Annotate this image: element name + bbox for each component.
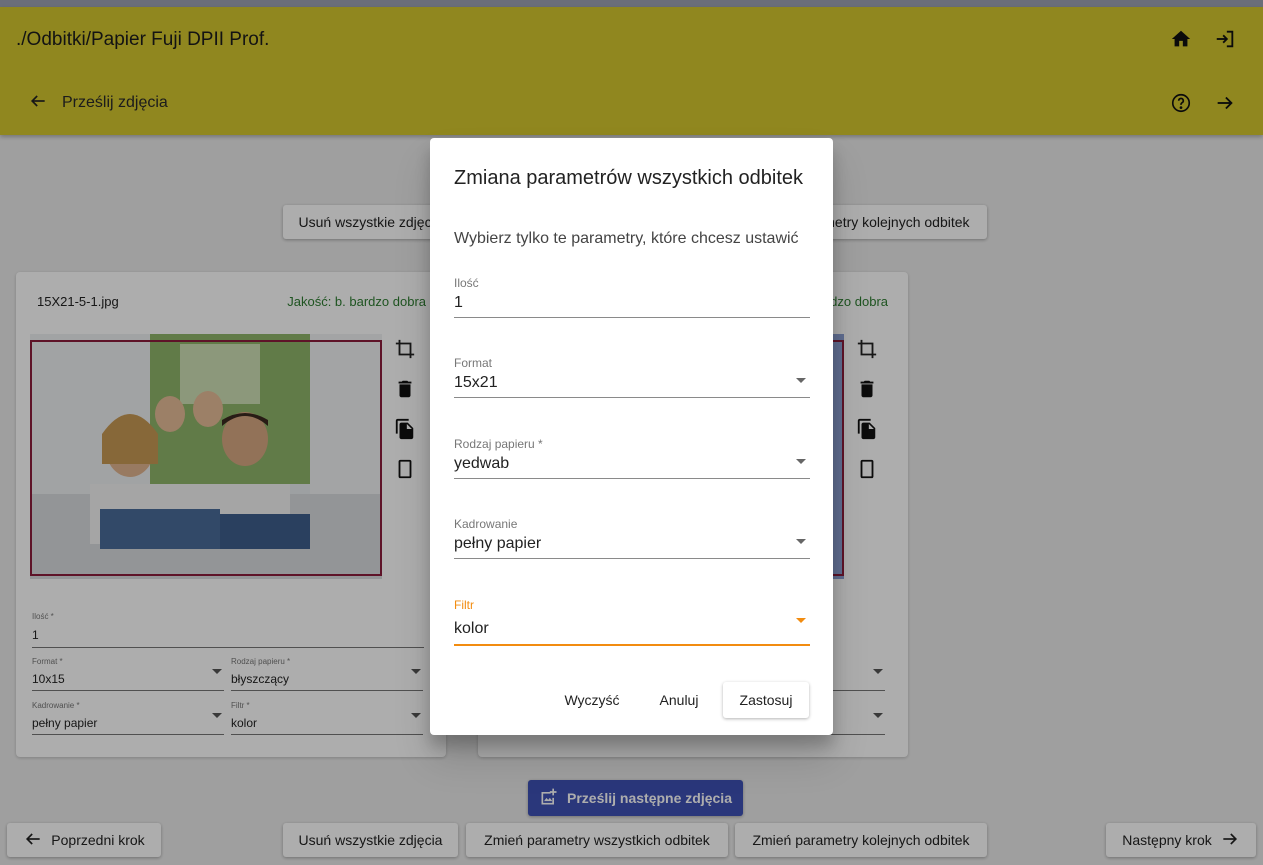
cancel-button[interactable]: Anuluj <box>644 682 714 718</box>
crop-mode-value: pełny papier <box>454 535 542 552</box>
paper-type-value: yedwab <box>454 455 510 472</box>
dialog-subtitle: Wybierz tylko te parametry, które chcesz… <box>454 230 799 247</box>
filter-label: Filtr <box>454 598 474 612</box>
apply-button[interactable]: Zastosuj <box>723 682 809 718</box>
crop-mode-label: Kadrowanie <box>454 517 518 531</box>
filter-select[interactable]: Filtr kolor <box>454 598 810 646</box>
change-all-prints-dialog: Zmiana parametrów wszystkich odbitek Wyb… <box>430 138 833 735</box>
format-select[interactable]: Format 15x21 <box>454 356 810 398</box>
format-label: Format <box>454 356 493 370</box>
quantity-label: Ilość <box>454 276 479 290</box>
paper-type-select[interactable]: Rodzaj papieru * yedwab <box>454 437 810 479</box>
paper-type-label: Rodzaj papieru * <box>454 437 543 451</box>
crop-mode-select[interactable]: Kadrowanie pełny papier <box>454 517 810 559</box>
format-value: 15x21 <box>454 374 498 391</box>
clear-button[interactable]: Wyczyść <box>554 682 630 718</box>
chevron-down-icon <box>796 539 806 544</box>
chevron-down-icon <box>796 378 806 383</box>
chevron-down-icon <box>796 618 806 623</box>
chevron-down-icon <box>796 459 806 464</box>
quantity-input[interactable]: Ilość 1 <box>454 276 810 318</box>
quantity-value: 1 <box>454 294 463 311</box>
dialog-title: Zmiana parametrów wszystkich odbitek <box>454 167 804 189</box>
filter-value: kolor <box>454 620 489 637</box>
